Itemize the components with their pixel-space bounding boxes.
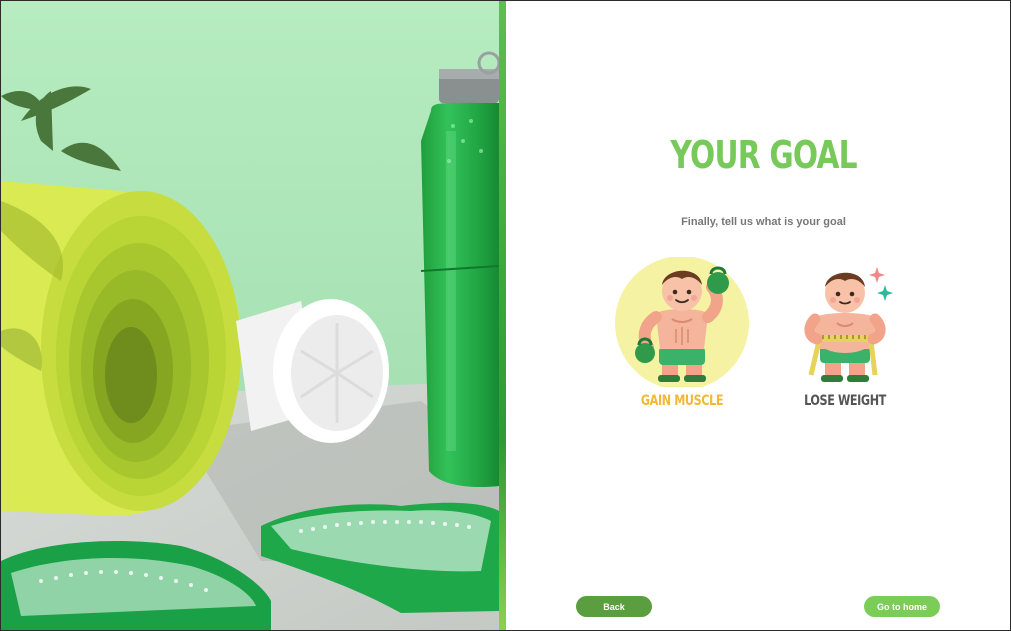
- goal-label-gain-muscle: GAIN MUSCLE: [640, 393, 724, 409]
- man-measuring-tape-icon: [775, 257, 915, 387]
- fitness-photo: [1, 1, 499, 630]
- back-button[interactable]: Back: [576, 596, 652, 617]
- fitness-photo-illustration: [1, 1, 499, 630]
- goal-option-lose-weight[interactable]: LOSE WEIGHT: [775, 257, 915, 409]
- panel-divider: [499, 1, 506, 630]
- app-window: YOUR GOAL Finally, tell us what is your …: [0, 0, 1011, 631]
- goal-option-gain-muscle[interactable]: GAIN MUSCLE: [612, 257, 752, 409]
- muscle-man-kettlebell-icon: [612, 257, 752, 387]
- go-to-home-button[interactable]: Go to home: [864, 596, 940, 617]
- goal-label-lose-weight: LOSE WEIGHT: [804, 393, 886, 409]
- goal-panel: YOUR GOAL Finally, tell us what is your …: [506, 1, 1010, 630]
- page-title: YOUR GOAL: [670, 133, 857, 177]
- page-subtitle: Finally, tell us what is your goal: [681, 216, 846, 228]
